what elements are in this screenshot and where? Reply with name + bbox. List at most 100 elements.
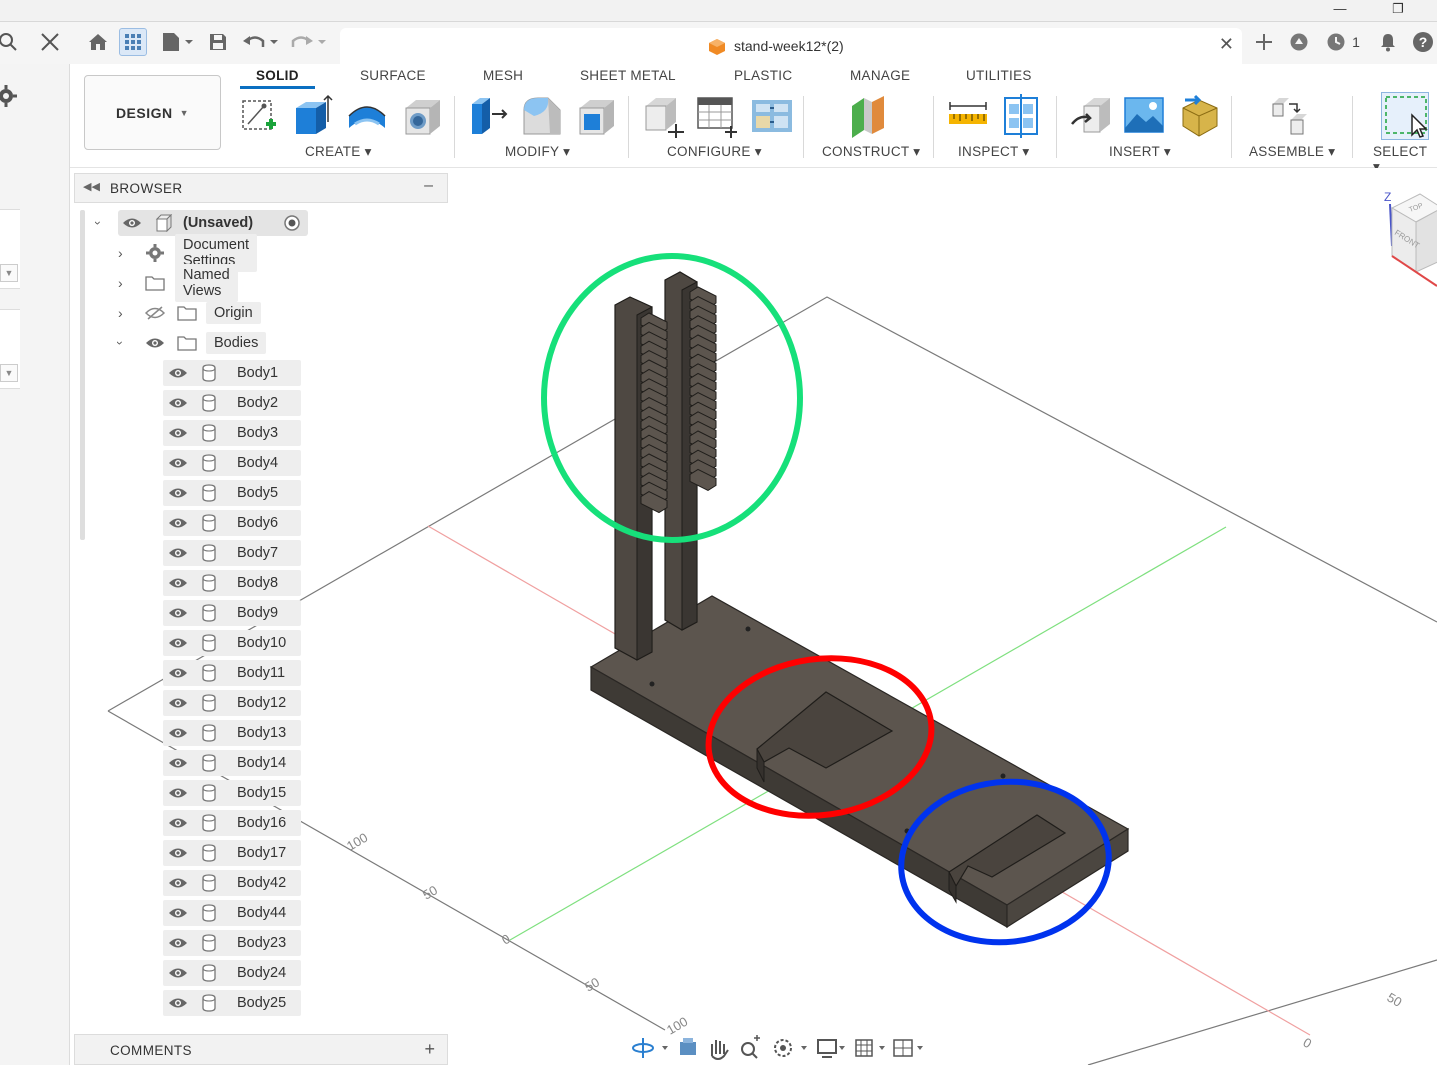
look-at-icon[interactable] [680,1038,696,1055]
close-tab-icon[interactable]: ✕ [1219,34,1234,55]
data-panel-grid-icon[interactable] [119,28,147,56]
insert-mesh-icon[interactable] [1177,94,1221,138]
collapse-chevron-icon[interactable]: › [91,216,105,230]
modify-group-label[interactable]: MODIFY ▾ [505,144,570,160]
expand-chevron-icon[interactable]: › [118,245,123,261]
select-tool-button[interactable] [1381,92,1429,140]
press-pull-icon[interactable] [468,94,512,138]
fillet-icon[interactable] [520,94,564,138]
save-icon[interactable] [204,28,232,56]
tab-sheet-metal[interactable]: SHEET METAL [580,68,676,83]
configure-body-icon[interactable] [642,94,686,138]
visibility-eye-icon[interactable] [168,756,188,770]
expand-chevron-icon[interactable]: › [118,305,123,321]
visibility-eye-icon[interactable] [122,216,142,230]
visibility-eye-icon[interactable] [168,966,188,980]
revolve-icon[interactable] [345,94,389,138]
extensions-icon[interactable] [1287,30,1311,54]
visibility-eye-icon[interactable] [168,906,188,920]
visibility-eye-icon[interactable] [168,606,188,620]
file-menu-icon[interactable] [158,28,198,56]
insert-derive-icon[interactable] [1070,94,1114,138]
visibility-eye-icon[interactable] [168,786,188,800]
dropdown-arrow-icon[interactable]: ▼ [0,364,18,382]
new-tab-icon[interactable] [1252,30,1276,54]
visibility-eye-icon[interactable] [145,336,165,350]
insert-canvas-icon[interactable] [1122,94,1166,138]
minimize-panel-icon[interactable]: – [424,177,433,195]
construct-group-label[interactable]: CONSTRUCT ▾ [822,144,920,160]
section-analysis-icon[interactable] [1000,94,1044,138]
measure-icon[interactable] [946,94,990,138]
home-icon[interactable] [84,28,112,56]
browser-scrollbar[interactable] [80,210,85,540]
tab-mesh[interactable]: MESH [483,68,523,83]
workspace-switcher-button[interactable]: DESIGN ▼ [84,75,221,150]
hidden-eye-icon[interactable] [145,306,165,320]
redo-icon[interactable] [288,28,330,56]
document-tab[interactable]: stand-week12*(2) ✕ [340,28,1242,64]
inspect-group-label[interactable]: INSPECT ▾ [958,144,1030,160]
insert-group-label[interactable]: INSERT ▾ [1109,144,1171,160]
tab-utilities[interactable]: UTILITIES [966,68,1032,83]
model-base-plate[interactable] [589,595,1130,929]
add-comment-icon[interactable]: + [424,1039,435,1060]
shell-icon[interactable] [574,94,618,138]
expand-chevron-icon[interactable]: › [118,275,123,291]
tab-solid[interactable]: SOLID [240,68,315,89]
browser-panel-header[interactable]: ◀◀ BROWSER – [74,173,448,203]
visibility-eye-icon[interactable] [168,996,188,1010]
visibility-eye-icon[interactable] [168,426,188,440]
hole-icon[interactable] [400,94,444,138]
visibility-eye-icon[interactable] [168,546,188,560]
create-sketch-icon[interactable] [238,94,282,138]
restore-button[interactable]: ❐ [1383,0,1413,22]
grid-settings-icon[interactable] [855,1039,885,1057]
search-icon[interactable] [0,28,22,56]
visibility-eye-icon[interactable] [168,576,188,590]
dropdown-arrow-icon[interactable]: ▼ [0,264,18,282]
viewports-icon[interactable] [893,1039,923,1057]
configuration-table-icon[interactable] [695,94,739,138]
close-icon[interactable] [36,28,64,56]
new-component-icon[interactable] [1269,94,1313,138]
tab-plastic[interactable]: PLASTIC [734,68,792,83]
visibility-eye-icon[interactable] [168,726,188,740]
undo-icon[interactable] [240,28,282,56]
collapse-panel-icon[interactable]: ◀◀ [83,180,100,193]
visibility-eye-icon[interactable] [168,486,188,500]
minimize-button[interactable]: — [1325,0,1355,22]
visibility-eye-icon[interactable] [168,666,188,680]
gear-icon[interactable] [0,84,18,108]
zoom-icon[interactable] [741,1035,760,1059]
activate-radio-icon[interactable] [283,214,301,232]
visibility-eye-icon[interactable] [168,846,188,860]
visibility-eye-icon[interactable] [168,876,188,890]
visibility-eye-icon[interactable] [168,456,188,470]
extrude-icon[interactable] [290,94,334,138]
visibility-eye-icon[interactable] [168,396,188,410]
fit-icon[interactable] [774,1039,807,1057]
tab-manage[interactable]: MANAGE [850,68,910,83]
tab-surface[interactable]: SURFACE [360,68,426,83]
visibility-eye-icon[interactable] [168,516,188,530]
assemble-group-label[interactable]: ASSEMBLE ▾ [1249,144,1335,160]
visibility-eye-icon[interactable] [168,366,188,380]
display-settings-icon[interactable] [817,1039,845,1058]
configuration-rules-icon[interactable] [750,94,794,138]
offset-plane-icon[interactable] [846,94,890,138]
pan-hand-icon[interactable] [711,1040,729,1060]
job-status-icon[interactable]: 1 [1323,30,1363,54]
create-group-label[interactable]: CREATE ▾ [305,144,372,160]
collapse-chevron-icon[interactable]: › [113,336,127,350]
view-cube[interactable]: Z TOP FRONT [1380,188,1437,288]
configure-group-label[interactable]: CONFIGURE ▾ [667,144,762,160]
visibility-eye-icon[interactable] [168,816,188,830]
orbit-icon[interactable] [632,1038,668,1058]
help-icon[interactable]: ? [1411,30,1435,54]
visibility-eye-icon[interactable] [168,636,188,650]
visibility-eye-icon[interactable] [168,696,188,710]
visibility-eye-icon[interactable] [168,936,188,950]
comments-panel[interactable]: COMMENTS + [74,1034,448,1065]
notifications-bell-icon[interactable] [1376,30,1400,54]
